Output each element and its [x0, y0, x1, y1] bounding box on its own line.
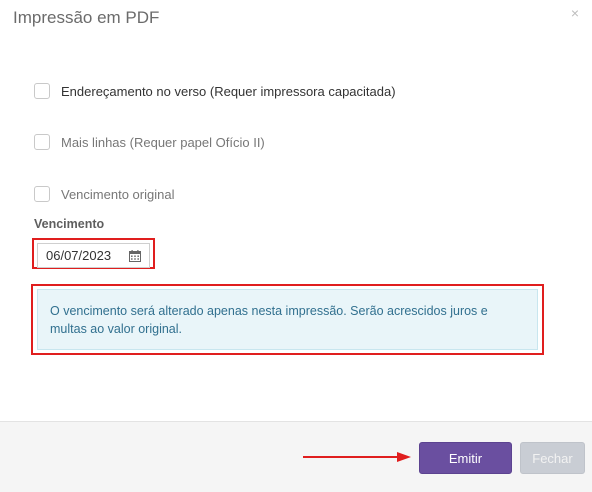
- close-icon[interactable]: ×: [571, 5, 579, 21]
- close-button[interactable]: Fechar: [520, 442, 585, 474]
- checkbox[interactable]: [34, 83, 50, 99]
- checkbox[interactable]: [34, 134, 50, 150]
- option-more-lines[interactable]: Mais linhas (Requer papel Ofício II): [34, 134, 265, 150]
- due-date-value: 06/07/2023: [46, 248, 112, 263]
- option-addressing-back[interactable]: Endereçamento no verso (Requer impressor…: [34, 83, 396, 99]
- due-date-label: Vencimento: [34, 217, 105, 231]
- info-alert: O vencimento será alterado apenas nesta …: [37, 289, 538, 350]
- option-label: Vencimento original: [61, 186, 175, 202]
- option-label: Endereçamento no verso (Requer impressor…: [61, 83, 396, 99]
- due-date-input[interactable]: 06/07/2023: [37, 243, 150, 268]
- dialog-title: Impressão em PDF: [13, 8, 160, 27]
- option-label: Mais linhas (Requer papel Ofício II): [61, 134, 265, 150]
- checkbox[interactable]: [34, 186, 50, 202]
- pdf-print-dialog: Impressão em PDF × Endereçamento no vers…: [0, 0, 592, 492]
- emit-button[interactable]: Emitir: [419, 442, 512, 474]
- annotation-arrow-icon: [303, 452, 411, 462]
- calendar-icon[interactable]: [129, 249, 141, 262]
- option-original-due-date[interactable]: Vencimento original: [34, 186, 174, 202]
